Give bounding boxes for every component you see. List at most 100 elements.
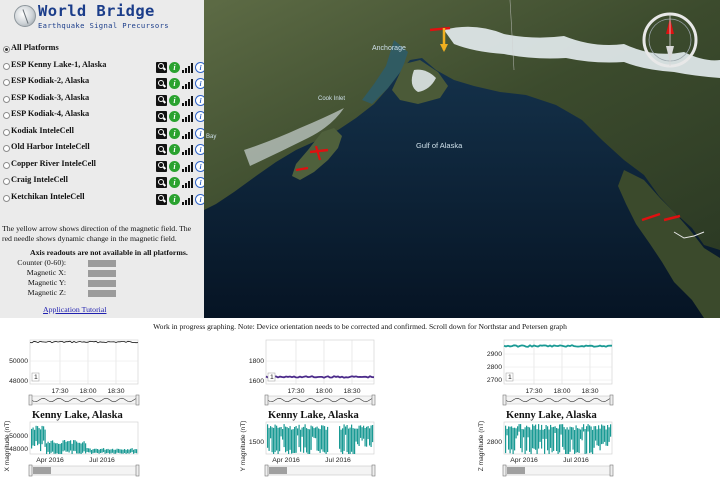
range-handle-left[interactable] — [264, 394, 269, 406]
range-handle-right[interactable] — [135, 394, 140, 406]
overview-bar — [581, 427, 583, 441]
overview-bar — [91, 450, 93, 454]
platform-row[interactable]: Craig InteleCell i i — [2, 174, 206, 191]
search-icon[interactable] — [156, 144, 167, 155]
world-bridge-logo — [14, 5, 36, 27]
platform-radio[interactable] — [3, 79, 10, 86]
overview-bar — [548, 429, 550, 454]
overview-bar — [511, 426, 513, 450]
overview-bar — [300, 429, 302, 452]
info-green-icon[interactable]: i — [169, 160, 180, 172]
overview-bar — [366, 426, 368, 447]
overview-bar — [47, 441, 49, 452]
overview-bar — [342, 428, 344, 454]
overview-bar — [268, 427, 270, 451]
overview-bar — [550, 424, 552, 448]
range-handle-left[interactable] — [502, 464, 507, 477]
x-tick-label: Jul 2016 — [563, 457, 589, 464]
platform-radio[interactable] — [3, 161, 10, 169]
x-tick-label: Jul 2016 — [325, 457, 351, 464]
range-handle-left[interactable] — [264, 464, 269, 477]
platform-row[interactable]: Old Harbor InteleCell i i — [2, 141, 206, 158]
range-marker-label: 1 — [270, 374, 274, 381]
overview-bar — [280, 427, 282, 437]
platform-radio[interactable] — [3, 62, 10, 70]
graph-column-x: 50000 48000 1 17:30 18:00 18:30 Kenny Lake, Al… — [0, 336, 170, 480]
detail-plot-area[interactable] — [29, 339, 139, 385]
platform-row[interactable]: ESP Kodiak-3, Alaska i i — [2, 92, 206, 109]
platform-radio[interactable] — [3, 194, 10, 202]
search-icon[interactable] — [156, 193, 167, 205]
y-magnitude-chart[interactable]: 1800 1600 1 17:30 18:00 18:30 Kenny Lake, Alas… — [236, 336, 406, 480]
platform-radio[interactable] — [3, 46, 10, 53]
overview-bar — [124, 449, 126, 453]
application-tutorial-link[interactable]: Application Tutorial — [43, 305, 106, 314]
z-magnitude-chart[interactable]: 2900 2800 2700 1 17:30 18:00 18:30 Kenny Lake, … — [474, 336, 644, 480]
platform-label[interactable]: All Platforms — [11, 43, 59, 52]
platform-label[interactable]: ESP Kodiak-2, Alaska — [11, 76, 89, 85]
platform-row[interactable]: Copper River InteleCell i i — [2, 158, 206, 175]
platform-radio[interactable] — [3, 145, 10, 152]
range-selector[interactable] — [265, 395, 375, 405]
search-icon[interactable] — [156, 160, 167, 172]
overview-bar — [136, 449, 138, 454]
platform-radio[interactable] — [3, 178, 10, 185]
info-green-icon[interactable]: i — [169, 144, 180, 155]
overview-bar — [367, 426, 369, 440]
platform-row[interactable]: Ketchikan InteleCell i i — [2, 191, 206, 208]
platform-row[interactable]: ESP Kodiak-2, Alaska i i — [2, 75, 206, 92]
platform-row[interactable]: ESP Kenny Lake-1, Alaska i i — [2, 59, 206, 76]
search-icon[interactable] — [156, 127, 167, 139]
search-icon[interactable] — [156, 177, 167, 188]
platform-label[interactable]: ESP Kodiak-4, Alaska — [11, 109, 89, 118]
platform-row[interactable]: Kodiak InteleCell i i — [2, 125, 206, 142]
range-handle-right[interactable] — [609, 394, 614, 406]
satellite-map[interactable]: Anchorage Cook Inlet Bay Gulf of Alaska — [204, 0, 720, 318]
signal-strength-icon — [182, 95, 193, 106]
range-handle-right[interactable] — [371, 394, 376, 406]
platform-label[interactable]: Ketchikan InteleCell — [11, 192, 85, 201]
readout-label: Counter (0-60): — [17, 258, 66, 267]
overview-bar — [509, 426, 511, 454]
info-green-icon[interactable]: i — [169, 127, 180, 139]
range-handle-right[interactable] — [371, 464, 376, 477]
platform-label[interactable]: ESP Kenny Lake-1, Alaska — [11, 60, 106, 69]
range-handle-left[interactable] — [28, 464, 33, 477]
overview-bar — [321, 425, 323, 450]
info-green-icon[interactable]: i — [169, 78, 180, 89]
overview-bar — [319, 429, 321, 453]
search-icon[interactable] — [156, 111, 167, 122]
x-magnitude-chart[interactable]: 50000 48000 1 17:30 18:00 18:30 Kenny Lake, Al… — [0, 336, 170, 480]
platform-label[interactable]: Kodiak InteleCell — [11, 126, 74, 135]
platform-icons: ii — [156, 76, 206, 89]
platform-label[interactable]: Copper River InteleCell — [11, 159, 96, 168]
range-handle-right[interactable] — [609, 464, 614, 477]
overview-bar — [274, 424, 276, 453]
info-green-icon[interactable]: i — [169, 61, 180, 73]
platform-icons: ii — [156, 109, 206, 122]
overview-bar — [339, 426, 341, 449]
platform-row[interactable]: All Platforms — [2, 42, 204, 59]
range-handle-left[interactable] — [28, 394, 33, 406]
info-green-icon[interactable]: i — [169, 94, 180, 106]
platform-radio[interactable] — [3, 112, 10, 119]
platform-row[interactable]: ESP Kodiak-4, Alaska i i — [2, 108, 206, 125]
map-canvas[interactable]: Anchorage Cook Inlet Bay Gulf of Alaska — [204, 0, 720, 318]
platform-radio[interactable] — [3, 128, 10, 136]
search-icon[interactable] — [156, 61, 167, 73]
platform-label[interactable]: Craig InteleCell — [11, 175, 68, 184]
range-selector[interactable] — [503, 395, 613, 405]
overview-bar — [508, 426, 510, 450]
info-green-icon[interactable]: i — [169, 111, 180, 122]
range-handle-right[interactable] — [135, 464, 140, 477]
search-icon[interactable] — [156, 78, 167, 89]
info-green-icon[interactable]: i — [169, 177, 180, 188]
platform-radio[interactable] — [3, 95, 10, 103]
platform-label[interactable]: Old Harbor InteleCell — [11, 142, 90, 151]
range-handle-left[interactable] — [502, 394, 507, 406]
overview-bar — [113, 449, 115, 454]
platform-label[interactable]: ESP Kodiak-3, Alaska — [11, 93, 89, 102]
range-selector[interactable] — [29, 395, 139, 405]
info-green-icon[interactable]: i — [169, 193, 180, 205]
search-icon[interactable] — [156, 94, 167, 106]
